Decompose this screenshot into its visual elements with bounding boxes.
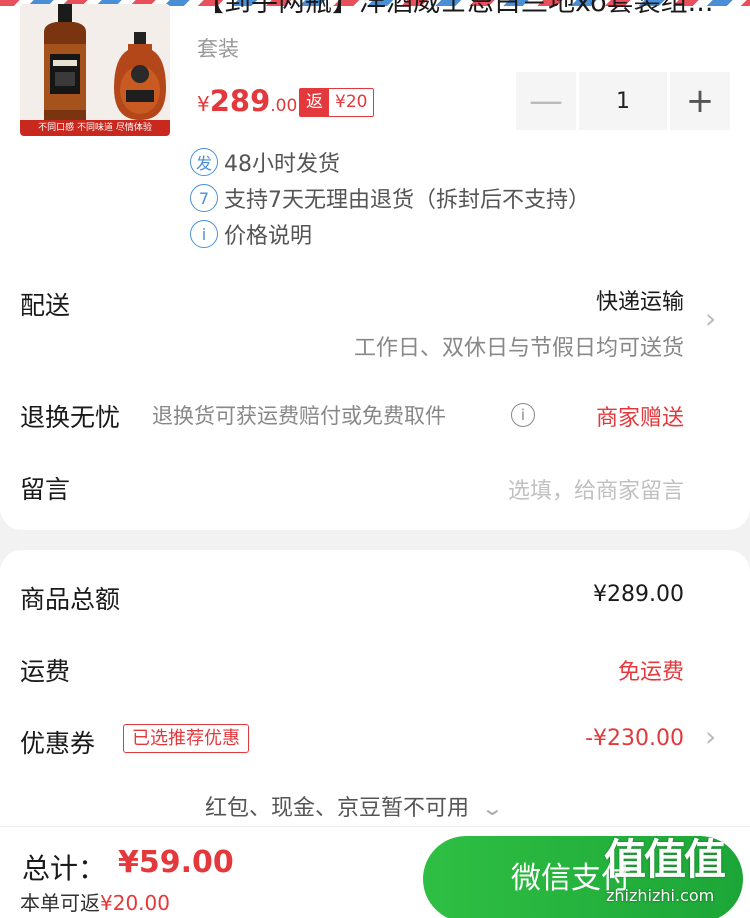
goods-total-label: 商品总额 <box>20 585 121 614</box>
quantity-plus-button[interactable]: + <box>670 72 730 130</box>
delivery-method[interactable]: 快递运输 <box>596 284 684 316</box>
delivery-label: 配送 <box>20 291 71 320</box>
rebate-amount: ¥20 <box>335 92 368 112</box>
service-text: 48小时发货 <box>224 152 340 177</box>
service-price-explanation[interactable]: i 价格说明 <box>190 218 312 250</box>
order-rebate: 本单可返¥20.00 <box>20 887 170 916</box>
chevron-right-icon[interactable]: › <box>705 302 716 335</box>
unavailable-payments[interactable]: 红包、现金、京豆暂不可用 ⌄ <box>205 790 505 822</box>
message-input[interactable]: 选填，给商家留言 <box>508 473 684 505</box>
price-currency: ¥ <box>197 92 210 116</box>
coupon-value[interactable]: -¥230.00 <box>585 726 684 751</box>
coupon-label: 优惠券 <box>20 729 96 758</box>
delivery-note: 工作日、双休日与节假日均可送货 <box>353 336 684 361</box>
returns-value: 商家赠送 <box>595 406 684 431</box>
product-spec: 套装 <box>197 37 239 61</box>
order-rebate-prefix: 本单可返 <box>20 891 100 915</box>
total-value: ¥59.00 <box>118 845 234 880</box>
product-title[interactable]: 【到手两瓶】洋酒威士忌白兰地xo套装组... <box>197 0 737 20</box>
order-rebate-value: ¥20.00 <box>100 891 170 915</box>
total-label: 总计： <box>22 852 107 885</box>
product-image-caption: 不同口感 不同味道 尽情体验 <box>38 123 152 133</box>
shipping-fee-value: 免运费 <box>617 660 684 685</box>
returns-description: 退换货可获运费赔付或免费取件 <box>152 404 446 428</box>
message-label: 留言 <box>20 475 71 504</box>
chevron-right-icon[interactable]: › <box>705 720 716 753</box>
info-icon[interactable]: i <box>511 403 535 427</box>
service-text: 支持7天无理由退货（拆封后不支持） <box>224 188 590 213</box>
product-image[interactable]: 不同口感 不同味道 尽情体验 <box>20 4 170 136</box>
seven-day-return-icon: 7 <box>190 184 218 212</box>
info-icon: i <box>190 220 218 248</box>
quantity-stepper: — 1 + <box>516 72 730 130</box>
quantity-minus-button[interactable]: — <box>516 72 576 130</box>
price-decimal: .00 <box>270 96 298 116</box>
coupon-badge: 已选推荐优惠 <box>123 724 249 753</box>
rebate-badge: 返 ¥20 <box>299 88 375 117</box>
watermark-url: zhizhizhi.com <box>606 886 715 905</box>
unavailable-text: 红包、现金、京豆暂不可用 <box>205 796 470 821</box>
goods-total-value: ¥289.00 <box>593 582 684 607</box>
returns-label: 退换无忧 <box>20 403 121 432</box>
ship-icon: 发 <box>190 148 218 176</box>
chevron-down-icon: ⌄ <box>480 796 505 820</box>
shipping-fee-label: 运费 <box>20 657 71 686</box>
watermark: 值值值 zhizhizhi.com <box>602 834 748 918</box>
rebate-tag: 返 <box>300 89 329 116</box>
price-integer: 289 <box>209 84 271 118</box>
quantity-value[interactable]: 1 <box>579 72 667 130</box>
service-48h-shipping: 发 48小时发货 <box>190 146 340 178</box>
product-price: ¥289.00 <box>197 84 297 118</box>
order-item-card: 不同口感 不同味道 尽情体验 【到手两瓶】洋酒威士忌白兰地xo套装组... 套装… <box>0 0 750 530</box>
watermark-logo: 值值值 <box>604 835 726 884</box>
service-7day-return: 7 支持7天无理由退货（拆封后不支持） <box>190 182 590 214</box>
service-text: 价格说明 <box>224 224 313 249</box>
